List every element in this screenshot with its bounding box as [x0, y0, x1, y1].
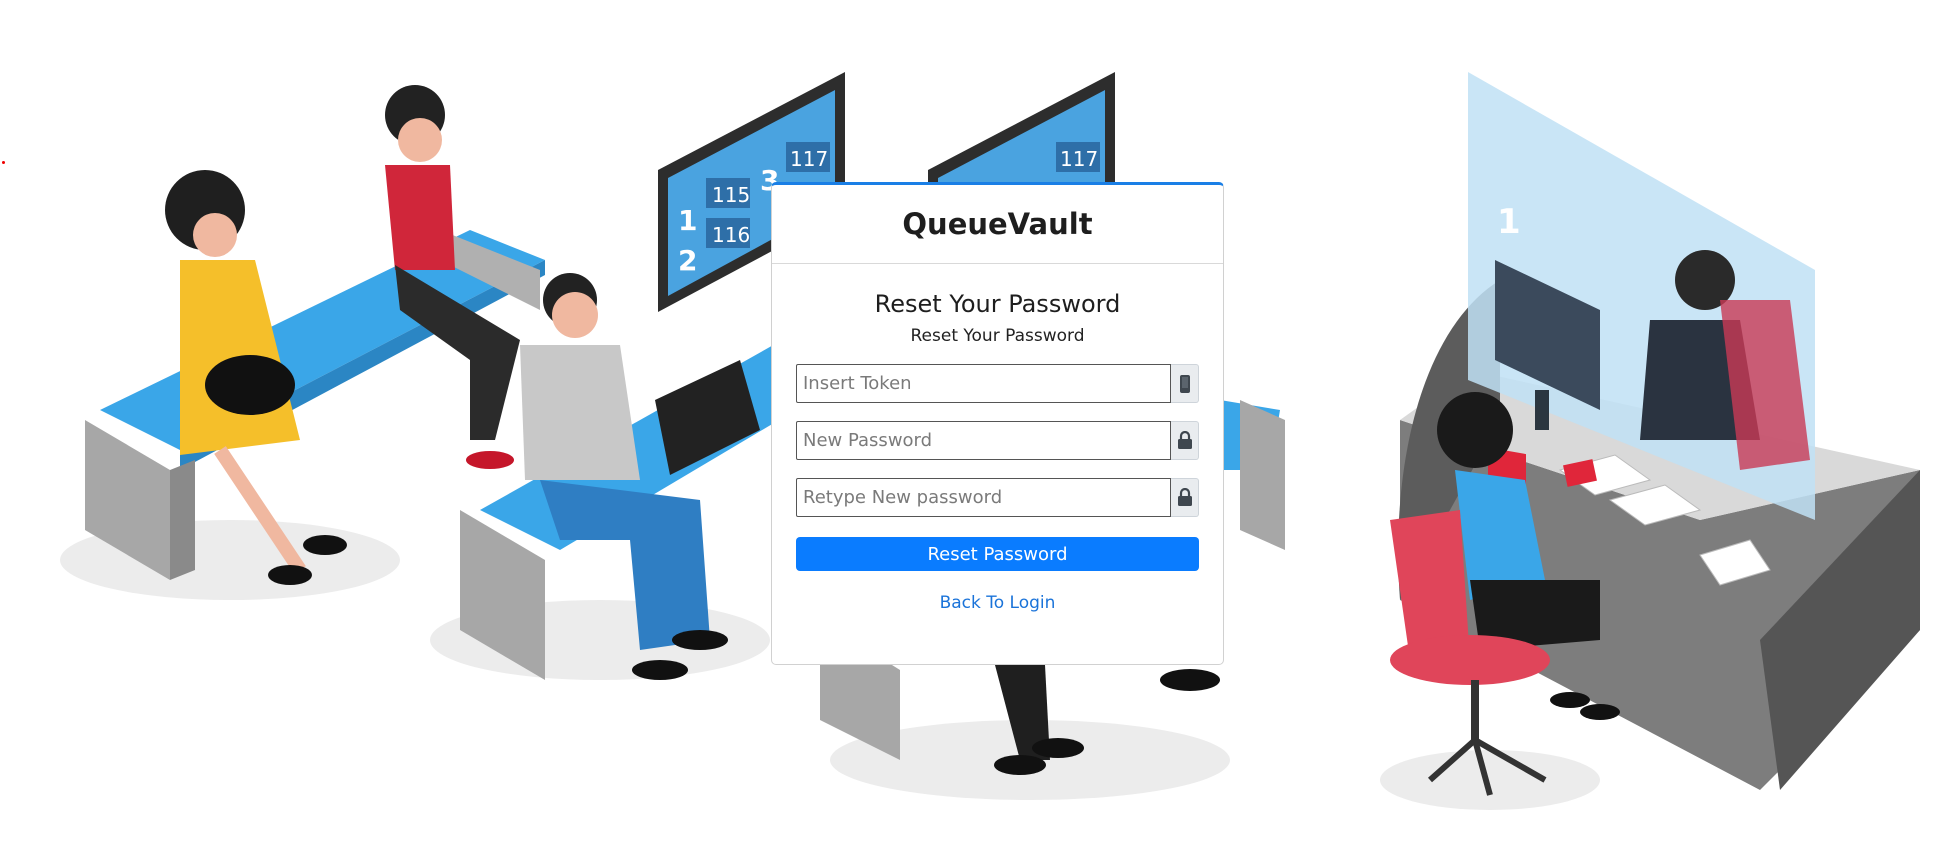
new-password-addon [1171, 421, 1199, 460]
new-password-field-group [796, 421, 1199, 460]
board-number-117b: 117 [1060, 147, 1098, 171]
lock-icon [1177, 488, 1192, 506]
board-number-116: 116 [712, 223, 750, 247]
retype-password-field-group [796, 478, 1199, 517]
card-header: QueueVault [772, 185, 1223, 264]
retype-password-input[interactable] [796, 478, 1171, 517]
brand-title: QueueVault [902, 207, 1093, 241]
back-to-login-link[interactable]: Back To Login [796, 593, 1199, 613]
reset-password-button[interactable]: Reset Password [796, 537, 1199, 571]
reset-password-card: QueueVault Reset Your Password Reset You… [771, 182, 1224, 665]
phone-icon [1179, 374, 1190, 393]
form-subtitle: Reset Your Password [910, 326, 1085, 346]
board-number-117: 117 [790, 147, 828, 171]
stray-dot [2, 161, 5, 164]
board-number-115: 115 [712, 183, 750, 207]
new-password-input[interactable] [796, 421, 1171, 460]
retype-password-addon [1171, 478, 1199, 517]
lock-icon [1177, 431, 1192, 449]
form-title: Reset Your Password [874, 290, 1121, 318]
counter-number: 1 [1497, 202, 1521, 242]
board-number-2: 2 [678, 244, 697, 277]
card-body: Reset Your Password Reset Your Password [772, 290, 1223, 613]
token-input[interactable] [796, 364, 1171, 403]
board-number-1: 1 [678, 204, 697, 237]
token-addon [1171, 364, 1199, 403]
token-field-group [796, 364, 1199, 403]
